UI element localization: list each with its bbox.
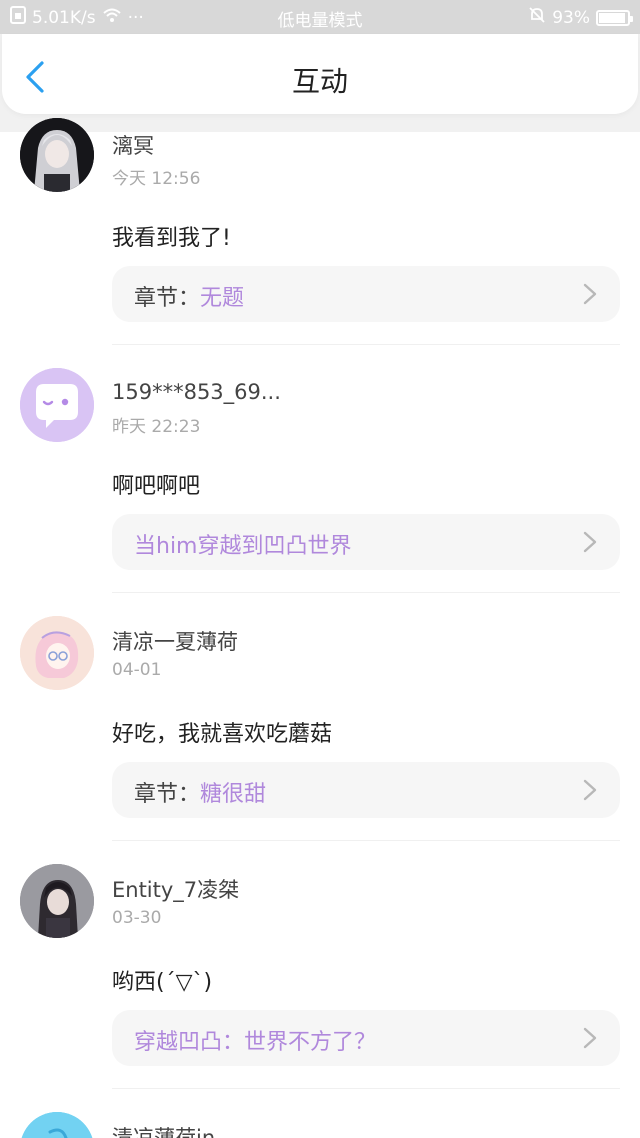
- user-name[interactable]: 清凉一夏薄荷: [112, 626, 238, 656]
- chapter-prefix: 章节：: [134, 782, 201, 807]
- comment-text: 好吃，我就喜欢吃蘑菇: [112, 722, 333, 747]
- user-name[interactable]: 清凉薄荷in: [112, 1122, 215, 1138]
- comment-time: 昨天 22:23: [112, 417, 201, 437]
- user-name[interactable]: 159***853_69...: [112, 380, 281, 404]
- chapter-title: 无题: [200, 286, 245, 311]
- status-bar: 5.01K/s ··· 低电量模式 93%: [0, 0, 640, 34]
- chapter-title: 糖很甜: [200, 782, 267, 807]
- battery-percent: 93%: [552, 7, 590, 28]
- divider: [112, 344, 620, 345]
- battery-icon: [596, 9, 633, 26]
- avatar[interactable]: [20, 368, 94, 442]
- header-background: 互动: [0, 34, 640, 132]
- work-link[interactable]: 穿越凹凸：世界不方了？: [112, 1010, 620, 1066]
- avatar[interactable]: [20, 864, 94, 938]
- avatar[interactable]: [20, 616, 94, 690]
- mute-bell-icon: [528, 6, 546, 29]
- chapter-prefix: 章节：: [134, 286, 201, 311]
- chevron-right-icon: [583, 531, 597, 553]
- comment-text: 我看到我了!: [112, 226, 231, 251]
- user-name[interactable]: Entity_7凌桀: [112, 874, 239, 904]
- divider: [112, 840, 620, 841]
- comment-time: 04-01: [112, 660, 162, 680]
- work-title: 当him穿越到凹凸世界: [134, 534, 352, 559]
- avatar[interactable]: [20, 1112, 94, 1138]
- work-link[interactable]: 当him穿越到凹凸世界: [112, 514, 620, 570]
- comment-time: 今天 12:56: [112, 169, 201, 189]
- chevron-right-icon: [583, 283, 597, 305]
- default-chat-avatar-icon: [20, 368, 94, 442]
- page-title: 互动: [291, 65, 348, 98]
- top-nav-bar: 互动: [2, 34, 638, 114]
- work-title: 穿越凹凸：世界不方了？: [134, 1030, 377, 1055]
- comment-time: 03-30: [112, 908, 162, 928]
- user-name[interactable]: 漓冥: [112, 130, 154, 160]
- divider: [112, 592, 620, 593]
- comment-text: 啊吧啊吧: [112, 474, 201, 499]
- chevron-right-icon: [583, 1027, 597, 1049]
- divider: [112, 1088, 620, 1089]
- chevron-right-icon: [583, 779, 597, 801]
- chapter-link[interactable]: 章节：无题: [112, 266, 620, 322]
- comment-text: 哟西(ˊ▽ˋ): [112, 970, 213, 995]
- chapter-link[interactable]: 章节：糖很甜: [112, 762, 620, 818]
- avatar[interactable]: [20, 118, 94, 192]
